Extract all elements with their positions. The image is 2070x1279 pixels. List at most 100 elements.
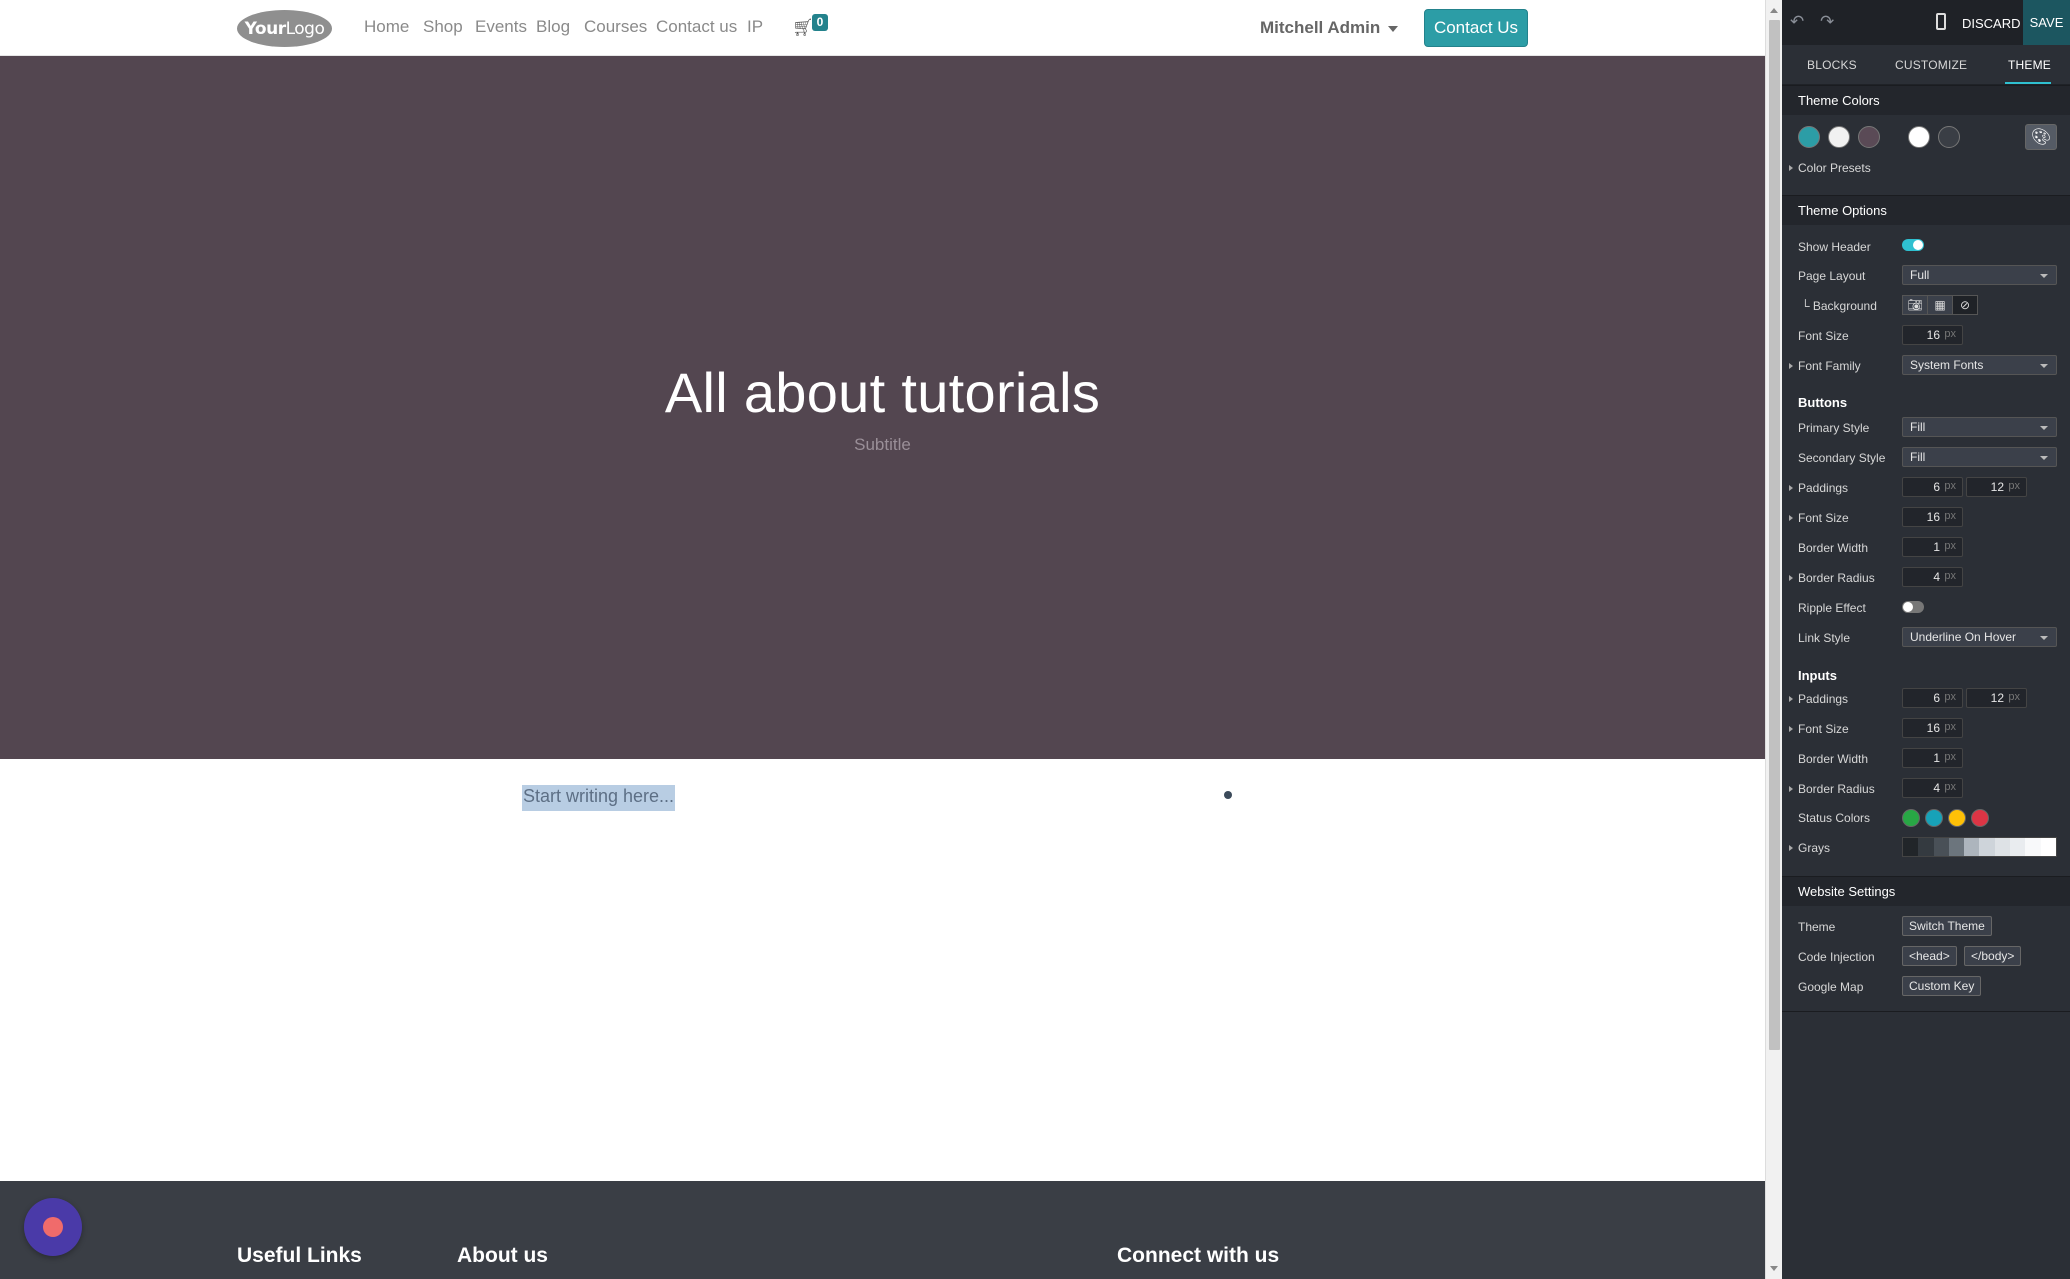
theme-color-swatch[interactable] [1798,126,1820,148]
theme-color-swatch[interactable] [1908,126,1930,148]
camera-icon[interactable]: 📷︎ [1902,295,1928,315]
user-name: Mitchell Admin [1260,18,1381,37]
menu-item-shop[interactable]: Shop [423,17,463,37]
input-paddings-label[interactable]: Paddings [1788,692,1848,706]
color-presets-toggle[interactable]: Color Presets [1789,161,1871,175]
hero-section[interactable]: All about tutorials Subtitle [0,56,1765,759]
gray-swatch[interactable] [1948,838,1965,856]
palette-icon[interactable]: 🎨︎ [2025,124,2057,150]
menu-item-contact-us[interactable]: Contact us [656,17,737,37]
button-padding-x-input[interactable]: 12 px [1966,477,2027,497]
footer: Useful Links About us Connect with us [0,1181,1765,1279]
editable-text-area[interactable]: Start writing here... [522,785,676,811]
button-font-size-label[interactable]: Font Size [1789,511,1849,525]
input-border-width-label: Border Width [1798,752,1869,766]
tab-theme[interactable]: THEME [2008,58,2051,72]
live-chat-button[interactable] [24,1198,82,1256]
gray-swatch[interactable] [1994,838,2011,856]
show-header-label: Show Header [1798,240,1871,254]
none-icon[interactable]: ⊘ [1952,295,1978,315]
grays-label[interactable]: Grays [1788,841,1830,855]
google-map-label: Google Map [1798,980,1864,994]
button-padding-y-input[interactable]: 6 px [1902,477,1963,497]
theme-color-swatch[interactable] [1938,126,1960,148]
gray-swatch[interactable] [2040,838,2056,856]
theme-options-header: Theme Options [1782,195,2070,225]
link-style-select[interactable]: Underline On Hover [1902,627,2057,647]
page-scrollbar[interactable] [1765,0,1782,1279]
gray-swatch[interactable] [2025,838,2041,856]
grays-palette[interactable] [1902,837,2057,857]
mobile-preview-icon[interactable] [1936,13,1946,30]
gray-swatch[interactable] [1918,838,1934,856]
head-injection-button[interactable]: <head> [1902,946,1957,966]
ripple-effect-toggle[interactable] [1902,601,1924,613]
status-colors-label: Status Colors [1798,811,1871,825]
primary-style-select[interactable]: Fill [1902,417,2057,437]
custom-key-button[interactable]: Custom Key [1902,976,1982,996]
page-layout-select[interactable]: Full [1902,265,2057,285]
input-border-radius-label[interactable]: Border Radius [1789,782,1875,796]
hero-title[interactable]: All about tutorials [0,360,1765,425]
show-header-toggle[interactable] [1902,239,1924,251]
body-injection-button[interactable]: </body> [1964,946,2022,966]
gray-swatch[interactable] [1979,838,1995,856]
footer-connect-heading: Connect with us [1117,1244,1280,1267]
font-family-select[interactable]: System Fonts [1902,355,2057,375]
font-family-label[interactable]: Font Family [1789,359,1861,373]
button-border-width-input[interactable]: 1 px [1902,537,1963,557]
menu-item-courses[interactable]: Courses [584,17,647,37]
cart-link[interactable]: 🛒︎ 0 [792,14,832,42]
button-paddings-label[interactable]: Paddings [1788,481,1848,495]
pattern-icon[interactable]: ▦ [1927,295,1953,315]
input-padding-y-input[interactable]: 6 px [1902,688,1963,708]
theme-color-swatch[interactable] [1858,126,1880,148]
input-font-size-label[interactable]: Font Size [1789,722,1849,736]
menu-item-events[interactable]: Events [475,17,527,37]
code-injection-label: Code Injection [1798,950,1875,964]
save-button[interactable]: SAVE [2023,0,2070,45]
site-logo[interactable]: Your Logo [237,10,332,47]
status-color-info[interactable] [1925,809,1943,827]
theme-color-swatch[interactable] [1828,126,1850,148]
status-color-warning[interactable] [1948,809,1966,827]
button-border-radius-label[interactable]: Border Radius [1789,571,1875,585]
input-padding-x-input[interactable]: 12 px [1966,688,2027,708]
secondary-style-select[interactable]: Fill [1902,447,2057,467]
tab-customize[interactable]: CUSTOMIZE [1895,58,1967,72]
gray-swatch[interactable] [1903,838,1919,856]
scroll-thumb[interactable] [1769,20,1780,1050]
secondary-style-label: Secondary Style [1798,451,1886,465]
input-border-width-input[interactable]: 1 px [1902,748,1963,768]
input-font-size-input[interactable]: 16 px [1902,718,1963,738]
menu-item-blog[interactable]: Blog [536,17,570,37]
hero-subtitle[interactable]: Subtitle [0,435,1765,455]
menu-item-ip[interactable]: IP [747,17,763,37]
buttons-subheader: Buttons [1798,395,1848,410]
editor-panel: ↶ ↷ DISCARD SAVE BLOCKS CUSTOMIZE THEME … [1782,0,2070,1279]
user-menu[interactable]: Mitchell Admin [1260,18,1399,38]
scroll-down-icon[interactable] [1770,1266,1778,1271]
gray-swatch[interactable] [2010,838,2026,856]
background-label: └ Background [1801,299,1877,313]
menu-item-home[interactable]: Home [364,17,409,37]
gray-swatch[interactable] [1964,838,1980,856]
discard-button[interactable]: DISCARD [1962,16,2021,31]
status-color-success[interactable] [1902,809,1920,827]
font-size-input[interactable]: 16 px [1902,325,1963,345]
status-color-danger[interactable] [1971,809,1989,827]
input-border-radius-input[interactable]: 4 px [1902,778,1963,798]
switch-theme-button[interactable]: Switch Theme [1902,916,1992,936]
redo-icon[interactable]: ↷ [1820,12,1834,32]
tab-blocks[interactable]: BLOCKS [1807,58,1857,72]
gray-swatch[interactable] [1933,838,1949,856]
scroll-up-icon[interactable] [1770,8,1778,13]
contact-us-button[interactable]: Contact Us [1424,9,1528,47]
cart-count-badge: 0 [812,14,828,31]
font-size-label: Font Size [1798,329,1849,343]
button-border-radius-input[interactable]: 4 px [1902,567,1963,587]
website-settings-header: Website Settings [1782,876,2070,906]
undo-icon[interactable]: ↶ [1790,12,1804,32]
button-font-size-input[interactable]: 16 px [1902,507,1963,527]
section-divider [1782,1011,2070,1012]
